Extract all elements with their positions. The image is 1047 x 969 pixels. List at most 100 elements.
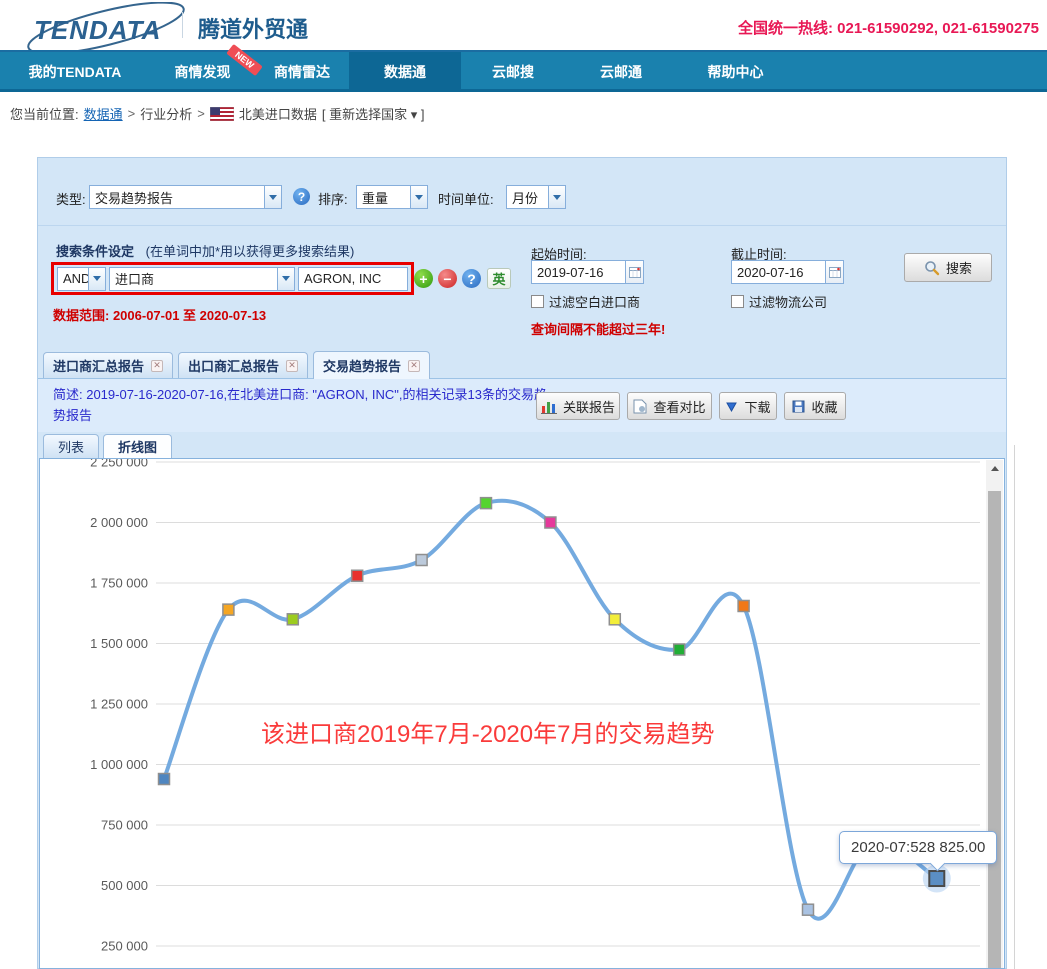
data-point[interactable] [352, 570, 363, 581]
chevron-down-icon[interactable] [264, 186, 281, 208]
type-select[interactable]: 交易趋势报告 [89, 185, 282, 209]
logo-text: TENDATA [34, 15, 161, 46]
breadcrumb-separator: > [197, 106, 205, 121]
view-tab-line-chart[interactable]: 折线图 [103, 434, 172, 458]
y-tick-label: 1 000 000 [90, 757, 148, 772]
button-label: 查看对比 [653, 397, 705, 416]
breadcrumb-item-industry[interactable]: 行业分析 [140, 104, 192, 123]
remove-condition-icon[interactable]: − [438, 269, 457, 288]
add-condition-icon[interactable]: + [414, 269, 433, 288]
chevron-down-icon[interactable] [277, 268, 294, 290]
us-flag-icon [210, 107, 234, 121]
chart-tooltip: 2020-07:528 825.00 [839, 831, 997, 864]
nav-item-6[interactable]: 云邮通 [565, 52, 677, 92]
close-icon[interactable]: ✕ [408, 360, 420, 372]
compare-doc-icon [633, 399, 647, 414]
tendata-logo[interactable]: TENDATA [26, 6, 201, 48]
search-title-text: 搜索条件设定 [56, 244, 134, 259]
filter-logistics-option: 过滤物流公司 [731, 292, 827, 311]
search-field-value: 进口商 [110, 268, 277, 290]
chevron-down-icon[interactable] [548, 186, 565, 208]
nav-item-7[interactable]: 帮助中心 [677, 52, 794, 92]
report-tab-3[interactable]: 交易趋势报告 ✕ [313, 351, 430, 379]
data-point[interactable] [223, 604, 234, 615]
report-tab-2[interactable]: 出口商汇总报告 ✕ [178, 352, 308, 378]
data-point[interactable] [803, 904, 814, 915]
y-tick-label: 1 750 000 [90, 576, 148, 591]
y-tick-label: 1 500 000 [90, 636, 148, 651]
data-point[interactable] [545, 517, 556, 528]
summary-bar: 简述: 2019-07-16-2020-07-16,在北美进口商: "AGRON… [38, 379, 1006, 432]
main-nav: 我的TENDATA商情发现NEW商情雷达 数据通 云邮搜 云邮通 帮助中心 [0, 50, 1047, 92]
keyword-input[interactable] [299, 268, 407, 290]
start-date-value: 2019-07-16 [532, 261, 625, 283]
search-button[interactable]: 搜索 [904, 253, 992, 282]
search-conditions-title: 搜索条件设定 (在单词中加*用以获得更多搜索结果) [56, 241, 354, 260]
chart-scrollbar[interactable] [986, 460, 1003, 968]
page: TENDATA 腾道外贸通 全国统一热线: 021-61590292, 021-… [0, 0, 1047, 969]
boolean-operator-value: AND [58, 268, 88, 290]
nav-item-3[interactable]: 商情雷达 [255, 52, 349, 92]
nav-item-2[interactable]: 商情发现NEW [150, 52, 255, 92]
data-point[interactable] [287, 614, 298, 625]
help-icon[interactable]: ? [293, 188, 310, 205]
report-tabbar: 进口商汇总报告✕ 出口商汇总报告 ✕ 交易趋势报告 ✕ [38, 351, 1006, 379]
nav-item-1[interactable]: 我的TENDATA [0, 52, 150, 92]
nav-item-label: 云邮通 [600, 62, 642, 82]
data-point[interactable] [481, 498, 492, 509]
calendar-icon[interactable] [825, 261, 843, 283]
reselect-country-dropdown[interactable]: [ 重新选择国家 ▾ ] [322, 104, 425, 123]
boolean-operator-select[interactable]: AND [57, 267, 106, 291]
search-field-select[interactable]: 进口商 [109, 267, 295, 291]
favorite-button[interactable]: 收藏 [784, 392, 846, 420]
nav-item-label: 数据通 [384, 62, 426, 82]
data-point[interactable] [674, 644, 685, 655]
report-tab-1[interactable]: 进口商汇总报告✕ [43, 352, 173, 378]
filter-logistics-checkbox[interactable] [731, 295, 744, 308]
start-date-input[interactable]: 2019-07-16 [531, 260, 644, 284]
related-report-button[interactable]: 关联报告 [536, 392, 620, 420]
nav-item-4[interactable]: 数据通 [349, 52, 461, 92]
time-unit-label: 时间单位: [438, 189, 494, 208]
section-divider [38, 225, 1006, 226]
data-point-highlighted[interactable] [929, 871, 944, 886]
time-unit-select[interactable]: 月份 [506, 185, 566, 209]
report-tab-label: 出口商汇总报告 [188, 356, 279, 375]
button-label: 关联报告 [563, 397, 615, 416]
sort-label: 排序: [318, 189, 348, 208]
sort-select[interactable]: 重量 [356, 185, 428, 209]
view-tab-list[interactable]: 列表 [43, 434, 99, 458]
help-icon[interactable]: ? [462, 269, 481, 288]
data-point[interactable] [609, 614, 620, 625]
y-tick-label: 2 000 000 [90, 515, 148, 530]
data-point[interactable] [159, 774, 170, 785]
breadcrumb-link-datatong[interactable]: 数据通 [84, 104, 123, 123]
search-icon [924, 260, 940, 276]
close-icon[interactable]: ✕ [151, 360, 163, 372]
download-button[interactable]: 下载 [719, 392, 777, 420]
chevron-down-icon[interactable] [410, 186, 427, 208]
y-tick-label: 2 250 000 [90, 459, 148, 470]
time-unit-select-value: 月份 [507, 186, 548, 208]
data-point[interactable] [416, 555, 427, 566]
breadcrumb-prefix: 您当前位置: [10, 104, 79, 123]
report-tab-label: 交易趋势报告 [323, 356, 401, 375]
view-compare-button[interactable]: 查看对比 [627, 392, 712, 420]
y-tick-label: 750 000 [101, 818, 148, 833]
english-toggle-button[interactable]: 英 [487, 268, 511, 289]
chevron-down-icon[interactable] [88, 268, 105, 290]
nav-item-5[interactable]: 云邮搜 [461, 52, 565, 92]
scrollbar-thumb[interactable] [988, 491, 1001, 968]
search-hint: (在单词中加*用以获得更多搜索结果) [146, 244, 355, 259]
filter-logistics-label: 过滤物流公司 [749, 292, 827, 311]
end-date-input[interactable]: 2020-07-16 [731, 260, 844, 284]
data-point[interactable] [738, 600, 749, 611]
close-icon[interactable]: ✕ [286, 360, 298, 372]
tooltip-text: 2020-07:528 825.00 [851, 839, 985, 856]
breadcrumb: 您当前位置: 数据通 > 行业分析 > 北美进口数据 [ 重新选择国家 ▾ ] [10, 104, 424, 123]
button-label: 收藏 [811, 397, 837, 416]
search-button-label: 搜索 [946, 258, 972, 277]
scrollbar-up-arrow-icon[interactable] [986, 460, 1003, 477]
filter-blank-importer-checkbox[interactable] [531, 295, 544, 308]
calendar-icon[interactable] [625, 261, 643, 283]
